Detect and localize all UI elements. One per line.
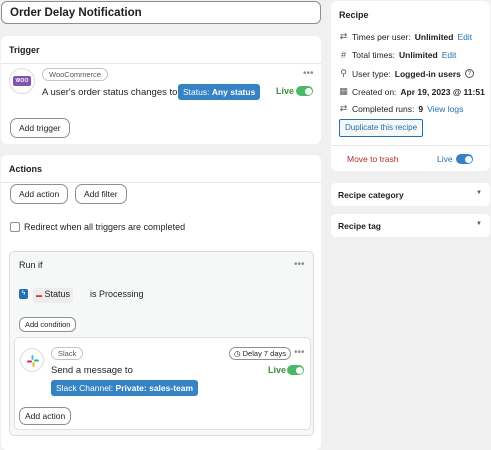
slack-pill-key: Slack Channel: [56,383,114,393]
user-icon: ⚲ [340,68,347,78]
trigger-live-toggle[interactable] [296,86,313,96]
add-condition-button[interactable]: Add condition [19,317,77,332]
duplicate-recipe-button[interactable]: Duplicate this recipe [339,119,424,137]
completed-runs-label: Completed runs: [352,103,415,114]
slack-icon [27,355,39,367]
clock-icon: ◷ [234,349,241,358]
slack-sentence: Send a message to [51,365,133,376]
trigger-sentence: A user's order status changes to [42,87,178,98]
slack-live-toggle[interactable] [287,365,304,375]
woocommerce-logo: WOO [9,68,35,94]
slack-logo [20,348,44,372]
slack-more-icon[interactable]: ••• [294,348,305,358]
actions-heading: Actions [1,155,321,183]
add-action-inner-button[interactable]: Add action [19,407,72,425]
recipe-live-label: Live [437,154,453,164]
caret-down-icon: ▼ [476,221,482,227]
bolt-icon: ϟ [19,289,28,299]
completed-runs-value: 9 [418,103,424,114]
condition-field-label: Status [44,289,71,299]
slack-integration-tag: Slack [51,347,84,360]
recipe-category-box[interactable]: Recipe category ▼ [331,183,490,206]
created-on-value: Apr 19, 2023 @ 11:51 [400,86,485,97]
slack-live-label: Live [268,365,287,375]
woocommerce-mini-icon: ▬ [36,293,42,299]
times-per-user-label: Times per user: [352,31,411,42]
repeat-icon: ⇄ [339,103,348,113]
woocommerce-icon: WOO [13,76,31,86]
caret-down-icon: ▼ [476,190,482,196]
trigger-live-label: Live [276,86,295,96]
trigger-status-pill[interactable]: Status: Any status [178,84,261,100]
total-times-row: # Total times: Unlimited Edit [339,50,456,60]
recipe-panel-divider [331,145,490,146]
completed-runs-row: ⇄ Completed runs: 9 View logs [339,103,464,114]
view-logs-link[interactable]: View logs [427,104,463,114]
times-per-user-row: ⇄ Times per user: Unlimited Edit [339,31,472,42]
trigger-heading: Trigger [1,36,321,64]
recipe-heading: Recipe [339,10,369,20]
slack-pill-value: Private: sales-team [115,383,194,393]
times-per-user-value: Unlimited [414,31,454,42]
total-times-value: Unlimited [399,50,438,60]
slack-channel-pill[interactable]: Slack Channel: Private: sales-team [51,380,199,396]
total-times-edit-link[interactable]: Edit [442,50,457,60]
created-on-row: ▦ Created on: Apr 19, 2023 @ 11:51 [339,86,485,97]
hash-icon: # [340,50,346,60]
recipe-title-input[interactable]: Order Delay Notification [1,1,321,24]
created-on-label: Created on: [352,86,397,97]
trigger-integration-tag: WooCommerce [42,68,108,81]
add-trigger-button[interactable]: Add trigger [10,118,70,138]
times-per-user-edit-link[interactable]: Edit [457,32,472,42]
add-filter-button[interactable]: Add filter [75,184,127,204]
repeat-icon: ⇄ [339,31,348,41]
recipe-category-label: Recipe category [338,190,404,200]
recipe-live-toggle[interactable] [456,154,473,164]
run-if-heading: Run if [19,260,43,270]
run-if-more-icon[interactable]: ••• [294,260,305,270]
calendar-icon: ▦ [339,86,348,96]
redirect-checkbox[interactable] [10,222,20,232]
redirect-label: Redirect when all triggers are completed [24,222,186,232]
user-type-label: User type: [352,68,391,79]
total-times-label: Total times: [352,50,395,60]
add-action-button[interactable]: Add action [10,184,69,204]
user-type-value: Logged-in users [394,68,461,79]
condition-field-chip[interactable]: ▬ Status [33,288,74,303]
trigger-more-icon[interactable]: ••• [303,69,314,79]
condition-text: is Processing [90,289,144,299]
trigger-pill-value: Any status [211,87,256,97]
delay-tag[interactable]: ◷ Delay 7 days [229,347,291,360]
delay-label: Delay 7 days [242,349,286,358]
user-type-row: ⚲ User type: Logged-in users ? [339,68,474,79]
help-icon[interactable]: ? [464,69,474,78]
trigger-pill-key: Status: [183,87,210,97]
recipe-tag-label: Recipe tag [338,221,381,231]
recipe-tag-box[interactable]: Recipe tag ▼ [331,214,490,237]
move-to-trash-link[interactable]: Move to trash [347,154,399,164]
